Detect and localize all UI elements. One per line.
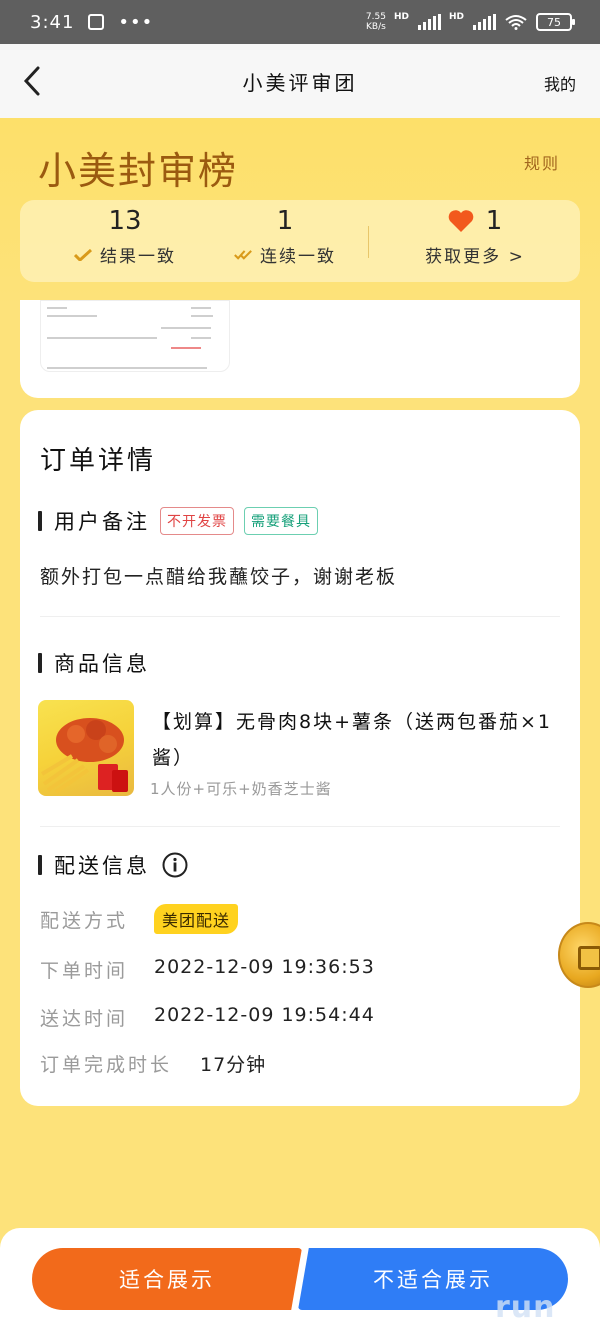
delivery-method-label: 配送方式	[40, 910, 129, 932]
product-name: 【划算】无骨肉8块+薯条（送两包番茄×1酱）	[152, 711, 553, 769]
arrive-time-value: 2022-12-09 19:54:44	[154, 1004, 375, 1026]
user-note-heading: 用户备注	[54, 510, 150, 534]
signal-icon	[417, 14, 441, 30]
product-photo	[40, 718, 128, 794]
order-details-card: 订单详情 用户备注 不开发票 需要餐具 额外打包一点醋给我蘸饺子，谢谢老板 商品…	[20, 410, 580, 1106]
stat-value: 13	[108, 206, 142, 236]
product-spec: 1人份+可乐+奶香芝士酱	[150, 780, 332, 798]
user-note-text: 额外打包一点醋给我蘸饺子，谢谢老板	[40, 566, 398, 588]
app-notification-icon	[88, 14, 105, 30]
product-heading: 商品信息	[54, 652, 150, 676]
page-title: 小美评审团	[242, 70, 358, 95]
order-time-label: 下单时间	[40, 960, 129, 982]
check-icon	[74, 248, 92, 261]
back-arrow-icon[interactable]	[18, 64, 48, 98]
no-invoice-tag: 不开发票	[160, 507, 234, 535]
order-time-value: 2022-12-09 19:36:53	[154, 956, 375, 978]
status-time: 3:41	[30, 11, 75, 33]
heart-icon	[448, 210, 474, 232]
receipt-image[interactable]	[40, 300, 230, 372]
rules-link[interactable]: 规则	[524, 150, 560, 174]
hero-header: 小美封审榜 规则 13 结果一致 1 连续一致 1 获取更多 >	[0, 118, 600, 308]
stat-label: 结果一致	[100, 247, 176, 267]
stat-label: 连续一致	[260, 247, 336, 267]
status-bar: 3:41 ••• 7.55 KB/s HD HD 75	[0, 0, 600, 44]
battery-icon: 75	[536, 13, 575, 31]
stat-result-consistent: 13 结果一致	[50, 200, 200, 282]
watermark: run	[495, 1290, 556, 1325]
stat-hearts[interactable]: 1 获取更多 >	[405, 200, 545, 282]
hero-title: 小美封审榜	[38, 149, 239, 193]
stat-streak-consistent: 1 连续一致	[220, 200, 350, 282]
nav-bar: 小美评审团 我的	[0, 44, 600, 118]
mine-link[interactable]: 我的	[544, 71, 576, 95]
divider	[40, 616, 560, 617]
signal-icon	[473, 14, 496, 30]
stat-value: 1	[276, 206, 294, 236]
delivery-method-badge: 美团配送	[154, 904, 239, 934]
arrive-time-label: 送达时间	[40, 1008, 129, 1030]
get-more-link[interactable]: 获取更多 >	[425, 242, 525, 267]
stat-value: 1	[485, 206, 503, 236]
divider	[40, 826, 560, 827]
info-icon[interactable]	[162, 852, 188, 878]
stats-panel: 13 结果一致 1 连续一致 1 获取更多 >	[20, 200, 580, 282]
hd-badge: HD	[448, 12, 464, 22]
receipt-card	[20, 300, 580, 398]
order-details-title: 订单详情	[40, 446, 157, 476]
suitable-button[interactable]: 适合展示	[32, 1248, 302, 1310]
duration-label: 订单完成时长	[40, 1054, 173, 1076]
hd-badge: HD	[393, 12, 409, 22]
more-notifications-icon: •••	[118, 11, 154, 33]
delivery-section: 配送信息	[38, 850, 188, 880]
stat-divider	[368, 226, 369, 258]
double-check-icon	[234, 249, 252, 260]
duration-value: 17分钟	[200, 1054, 267, 1076]
wifi-icon	[505, 15, 527, 30]
product-section: 商品信息	[38, 648, 150, 678]
delivery-heading: 配送信息	[54, 854, 150, 878]
need-cutlery-tag: 需要餐具	[244, 507, 318, 535]
product-image[interactable]	[38, 700, 134, 796]
network-speed: 7.55 KB/s	[365, 12, 386, 32]
user-note-section: 用户备注 不开发票 需要餐具	[38, 506, 318, 536]
